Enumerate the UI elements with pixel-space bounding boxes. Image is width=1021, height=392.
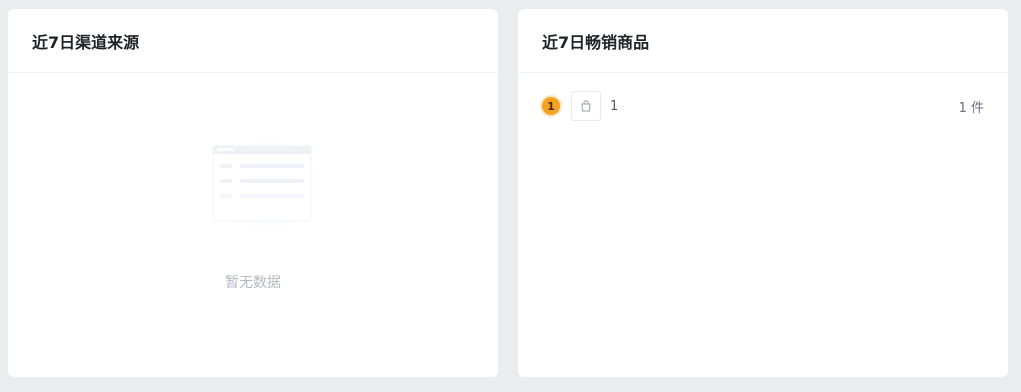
product-name[interactable]: 1: [610, 99, 618, 114]
shopping-bag-icon: [581, 100, 591, 112]
product-quantity: 1 件: [958, 100, 984, 116]
card-title: 近7日渠道来源: [32, 32, 140, 52]
empty-list-illustration: [205, 129, 329, 241]
list-item[interactable]: 1 1 1 件: [542, 89, 984, 123]
bestseller-list: 1 1 1 件: [542, 89, 984, 123]
bestseller-card: 近7日畅销商品 1 1 1 件: [518, 9, 1008, 377]
card-header: 近7日渠道来源: [8, 9, 498, 73]
product-thumbnail[interactable]: [571, 91, 601, 121]
rank-badge: 1: [542, 97, 560, 115]
card-title: 近7日畅销商品: [542, 32, 650, 52]
channel-source-card: 近7日渠道来源 暂无数据: [8, 9, 498, 377]
empty-state: 暂无数据: [8, 73, 498, 377]
card-header: 近7日畅销商品: [518, 9, 1008, 73]
empty-text: 暂无数据: [225, 275, 281, 291]
